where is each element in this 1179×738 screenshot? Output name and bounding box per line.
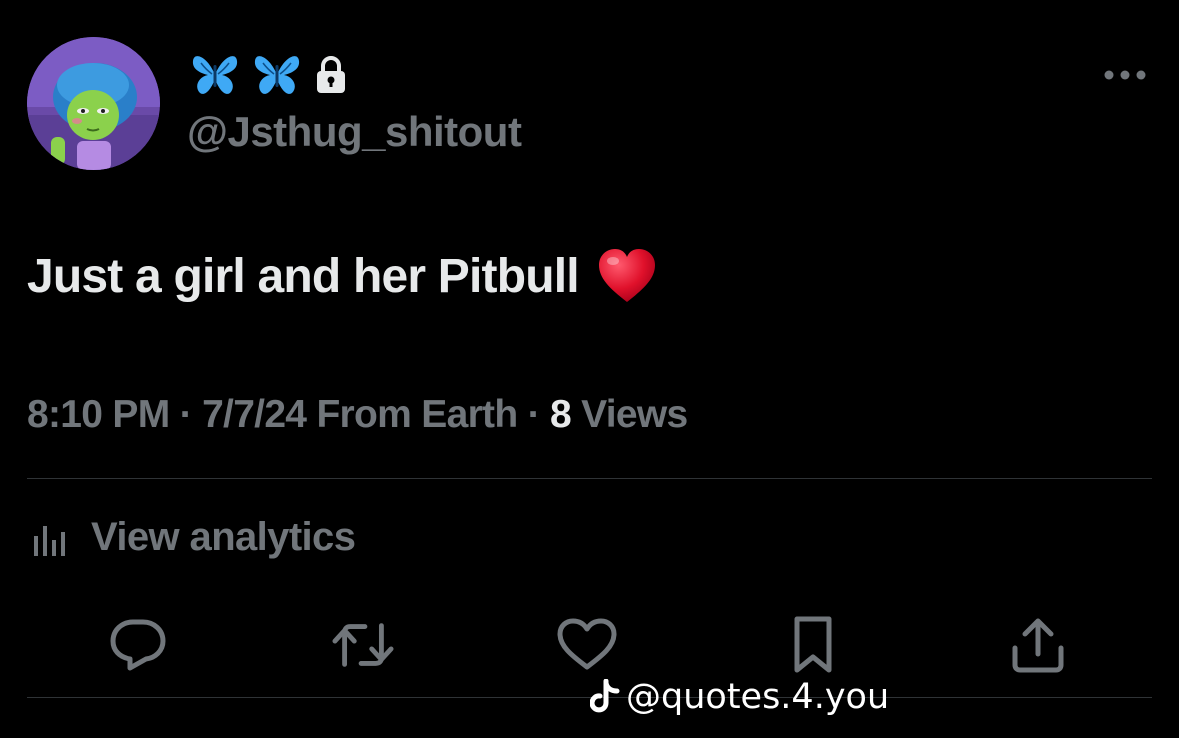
bookmark-icon bbox=[794, 616, 832, 673]
reply-button[interactable] bbox=[107, 616, 169, 674]
more-icon bbox=[1104, 70, 1146, 80]
meta-separator: · bbox=[517, 393, 551, 436]
like-icon bbox=[557, 618, 617, 670]
share-icon bbox=[1012, 618, 1064, 673]
views-count: 8 bbox=[550, 393, 572, 436]
butterfly-emoji bbox=[254, 56, 300, 94]
view-analytics-button[interactable]: View analytics bbox=[33, 515, 356, 560]
more-options-button[interactable] bbox=[1102, 66, 1148, 84]
view-analytics-label: View analytics bbox=[91, 515, 356, 559]
butterfly-emoji bbox=[192, 56, 238, 94]
lock-icon bbox=[317, 56, 345, 93]
tiktok-icon bbox=[590, 679, 620, 713]
views-label: Views bbox=[581, 393, 688, 436]
divider bbox=[27, 478, 1152, 479]
tweet-text: Just a girl and her Pitbull bbox=[27, 248, 657, 304]
retweet-button[interactable] bbox=[332, 616, 394, 674]
share-button[interactable] bbox=[1007, 616, 1069, 674]
avatar-image bbox=[27, 37, 160, 170]
tweet-meta: 8:10 PM · 7/7/24 From Earth · 8 Views bbox=[27, 393, 688, 437]
red-heart-emoji bbox=[597, 248, 657, 304]
avatar[interactable] bbox=[27, 37, 160, 170]
watermark-text: @quotes.4.you bbox=[626, 677, 890, 717]
tweet-date[interactable]: 7/7/24 bbox=[202, 393, 307, 436]
tweet-source: From Earth bbox=[316, 393, 518, 436]
tweet-time[interactable]: 8:10 PM bbox=[27, 393, 170, 436]
analytics-icon bbox=[34, 525, 65, 556]
like-button[interactable] bbox=[556, 616, 618, 674]
display-name[interactable] bbox=[190, 52, 348, 98]
bookmark-button[interactable] bbox=[782, 616, 844, 674]
reply-icon bbox=[110, 619, 166, 671]
user-handle[interactable]: @Jsthug_shitout bbox=[187, 108, 522, 156]
retweet-icon bbox=[332, 623, 394, 667]
meta-separator: · bbox=[169, 393, 203, 436]
tiktok-watermark: @quotes.4.you bbox=[590, 677, 889, 717]
tweet-text-content: Just a girl and her Pitbull bbox=[27, 249, 580, 303]
